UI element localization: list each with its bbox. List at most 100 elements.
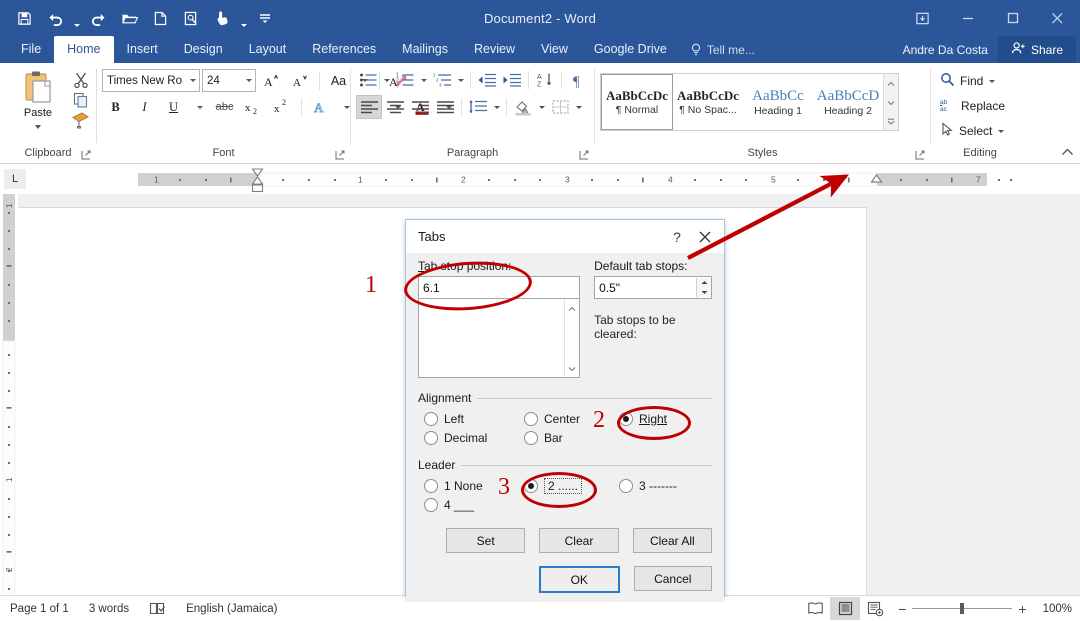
word-count[interactable]: 3 words	[79, 603, 139, 615]
align-center-icon[interactable]	[383, 96, 407, 118]
find-dropdown-icon[interactable]	[989, 79, 996, 83]
undo-dropdown-icon[interactable]	[71, 1, 82, 36]
scroll-down-icon[interactable]	[887, 95, 895, 109]
ok-button[interactable]: OK	[539, 566, 620, 593]
styles-dialog-launcher-icon[interactable]	[915, 150, 926, 161]
undo-icon[interactable]	[40, 5, 70, 31]
grow-font-icon[interactable]: A	[258, 70, 285, 92]
leader-option-dashes[interactable]: 3 -------	[619, 476, 677, 495]
zoom-level[interactable]: 100%	[1035, 603, 1080, 615]
cancel-button[interactable]: Cancel	[633, 566, 712, 591]
justify-icon[interactable]	[433, 96, 457, 118]
tab-home[interactable]: Home	[54, 36, 114, 63]
spinner-down-icon[interactable]	[697, 288, 711, 298]
underline-dropdown-icon[interactable]	[189, 96, 209, 118]
language-indicator[interactable]: English (Jamaica)	[176, 603, 287, 615]
bullets-icon[interactable]	[356, 69, 380, 91]
bullets-dropdown-icon[interactable]	[381, 69, 392, 91]
web-layout-icon[interactable]	[860, 597, 890, 620]
superscript-icon[interactable]: x2	[269, 96, 296, 118]
style-heading-2[interactable]: AaBbCcD Heading 2	[813, 74, 883, 130]
tab-insert[interactable]: Insert	[114, 36, 171, 63]
format-painter-icon[interactable]	[71, 111, 91, 129]
tab-references[interactable]: References	[299, 36, 389, 63]
scroll-up-icon[interactable]	[568, 301, 576, 315]
tab-mailings[interactable]: Mailings	[389, 36, 461, 63]
styles-more-icon[interactable]	[887, 114, 895, 128]
borders-dropdown-icon[interactable]	[573, 96, 584, 118]
tell-me-search[interactable]: Tell me...	[680, 36, 765, 63]
cut-icon[interactable]	[72, 71, 90, 89]
proofing-errors-icon[interactable]	[139, 601, 176, 616]
ribbon-display-options-icon[interactable]	[900, 0, 945, 36]
underline-icon[interactable]: U	[160, 96, 187, 118]
sort-icon[interactable]: AZ	[533, 69, 557, 91]
right-indent-marker[interactable]	[870, 172, 883, 186]
numbering-icon[interactable]: 123	[393, 69, 417, 91]
strikethrough-icon[interactable]: abc	[211, 96, 238, 118]
zoom-slider[interactable]: − +	[890, 602, 1034, 616]
shrink-font-icon[interactable]: A	[287, 70, 314, 92]
show-marks-icon[interactable]: ¶	[566, 69, 590, 91]
clear-button[interactable]: Clear	[539, 528, 619, 553]
align-right-icon[interactable]	[408, 96, 432, 118]
paste-dropdown-icon[interactable]	[35, 125, 41, 129]
font-size-combo[interactable]: 24	[202, 69, 256, 92]
touch-mode-icon[interactable]	[207, 5, 237, 31]
close-icon[interactable]	[1035, 0, 1080, 36]
horizontal-ruler[interactable]: 1 1 2 3 4 5 6 7	[38, 167, 1072, 192]
font-name-combo[interactable]: Times New Ro	[102, 69, 200, 92]
new-icon[interactable]	[145, 5, 175, 31]
listbox-scrollbar[interactable]	[564, 299, 580, 377]
replace-button[interactable]: ab ac Replace	[936, 94, 1009, 118]
share-button[interactable]: Share	[997, 36, 1076, 63]
find-button[interactable]: Find	[936, 69, 999, 93]
read-mode-icon[interactable]	[800, 597, 830, 620]
collapse-ribbon-icon[interactable]	[1061, 146, 1074, 160]
dialog-close-icon[interactable]	[690, 222, 720, 252]
align-left-icon[interactable]	[356, 95, 382, 119]
alignment-option-decimal[interactable]: Decimal	[424, 428, 524, 447]
shading-icon[interactable]	[511, 96, 535, 118]
print-preview-icon[interactable]	[176, 5, 206, 31]
copy-icon[interactable]	[72, 91, 90, 109]
numbering-dropdown-icon[interactable]	[418, 69, 429, 91]
set-button[interactable]: Set	[446, 528, 526, 553]
shading-dropdown-icon[interactable]	[536, 96, 547, 118]
tab-view[interactable]: View	[528, 36, 581, 63]
redo-icon[interactable]	[83, 5, 113, 31]
tab-stops-listbox[interactable]	[418, 298, 581, 378]
open-icon[interactable]	[114, 5, 144, 31]
tab-google-drive[interactable]: Google Drive	[581, 36, 680, 63]
tab-stops-list[interactable]	[419, 299, 564, 377]
default-tab-stops-input[interactable]: 0.5"	[594, 276, 712, 299]
minimize-icon[interactable]	[945, 0, 990, 36]
line-spacing-dropdown-icon[interactable]	[491, 96, 502, 118]
paste-button[interactable]: Paste	[5, 67, 71, 129]
select-button[interactable]: Select	[936, 119, 1008, 143]
zoom-track[interactable]	[912, 603, 1013, 614]
paragraph-dialog-launcher-icon[interactable]	[579, 150, 590, 161]
multilevel-dropdown-icon[interactable]	[455, 69, 466, 91]
style-normal[interactable]: AaBbCcDc ¶ Normal	[601, 74, 673, 130]
page-count[interactable]: Page 1 of 1	[0, 603, 79, 615]
scroll-up-icon[interactable]	[887, 76, 895, 90]
tab-selector-button[interactable]: L	[4, 169, 26, 189]
font-dialog-launcher-icon[interactable]	[335, 150, 346, 161]
style-no-spacing[interactable]: AaBbCcDc ¶ No Spac...	[673, 74, 743, 130]
print-layout-icon[interactable]	[830, 597, 861, 620]
restore-icon[interactable]	[990, 0, 1035, 36]
clipboard-dialog-launcher-icon[interactable]	[81, 150, 92, 161]
line-spacing-icon[interactable]	[466, 96, 490, 118]
styles-scroll[interactable]	[883, 74, 898, 130]
select-dropdown-icon[interactable]	[998, 129, 1005, 133]
vertical-ruler[interactable]: 1 1 2	[0, 194, 18, 595]
style-heading-1[interactable]: AaBbCc Heading 1	[743, 74, 813, 130]
tab-review[interactable]: Review	[461, 36, 528, 63]
zoom-out-button[interactable]: −	[898, 602, 906, 616]
zoom-handle[interactable]	[960, 603, 965, 614]
multilevel-list-icon[interactable]: 123	[430, 69, 454, 91]
save-icon[interactable]	[9, 5, 39, 31]
font-name-dropdown-icon[interactable]	[185, 71, 199, 90]
tab-file[interactable]: File	[8, 36, 54, 63]
